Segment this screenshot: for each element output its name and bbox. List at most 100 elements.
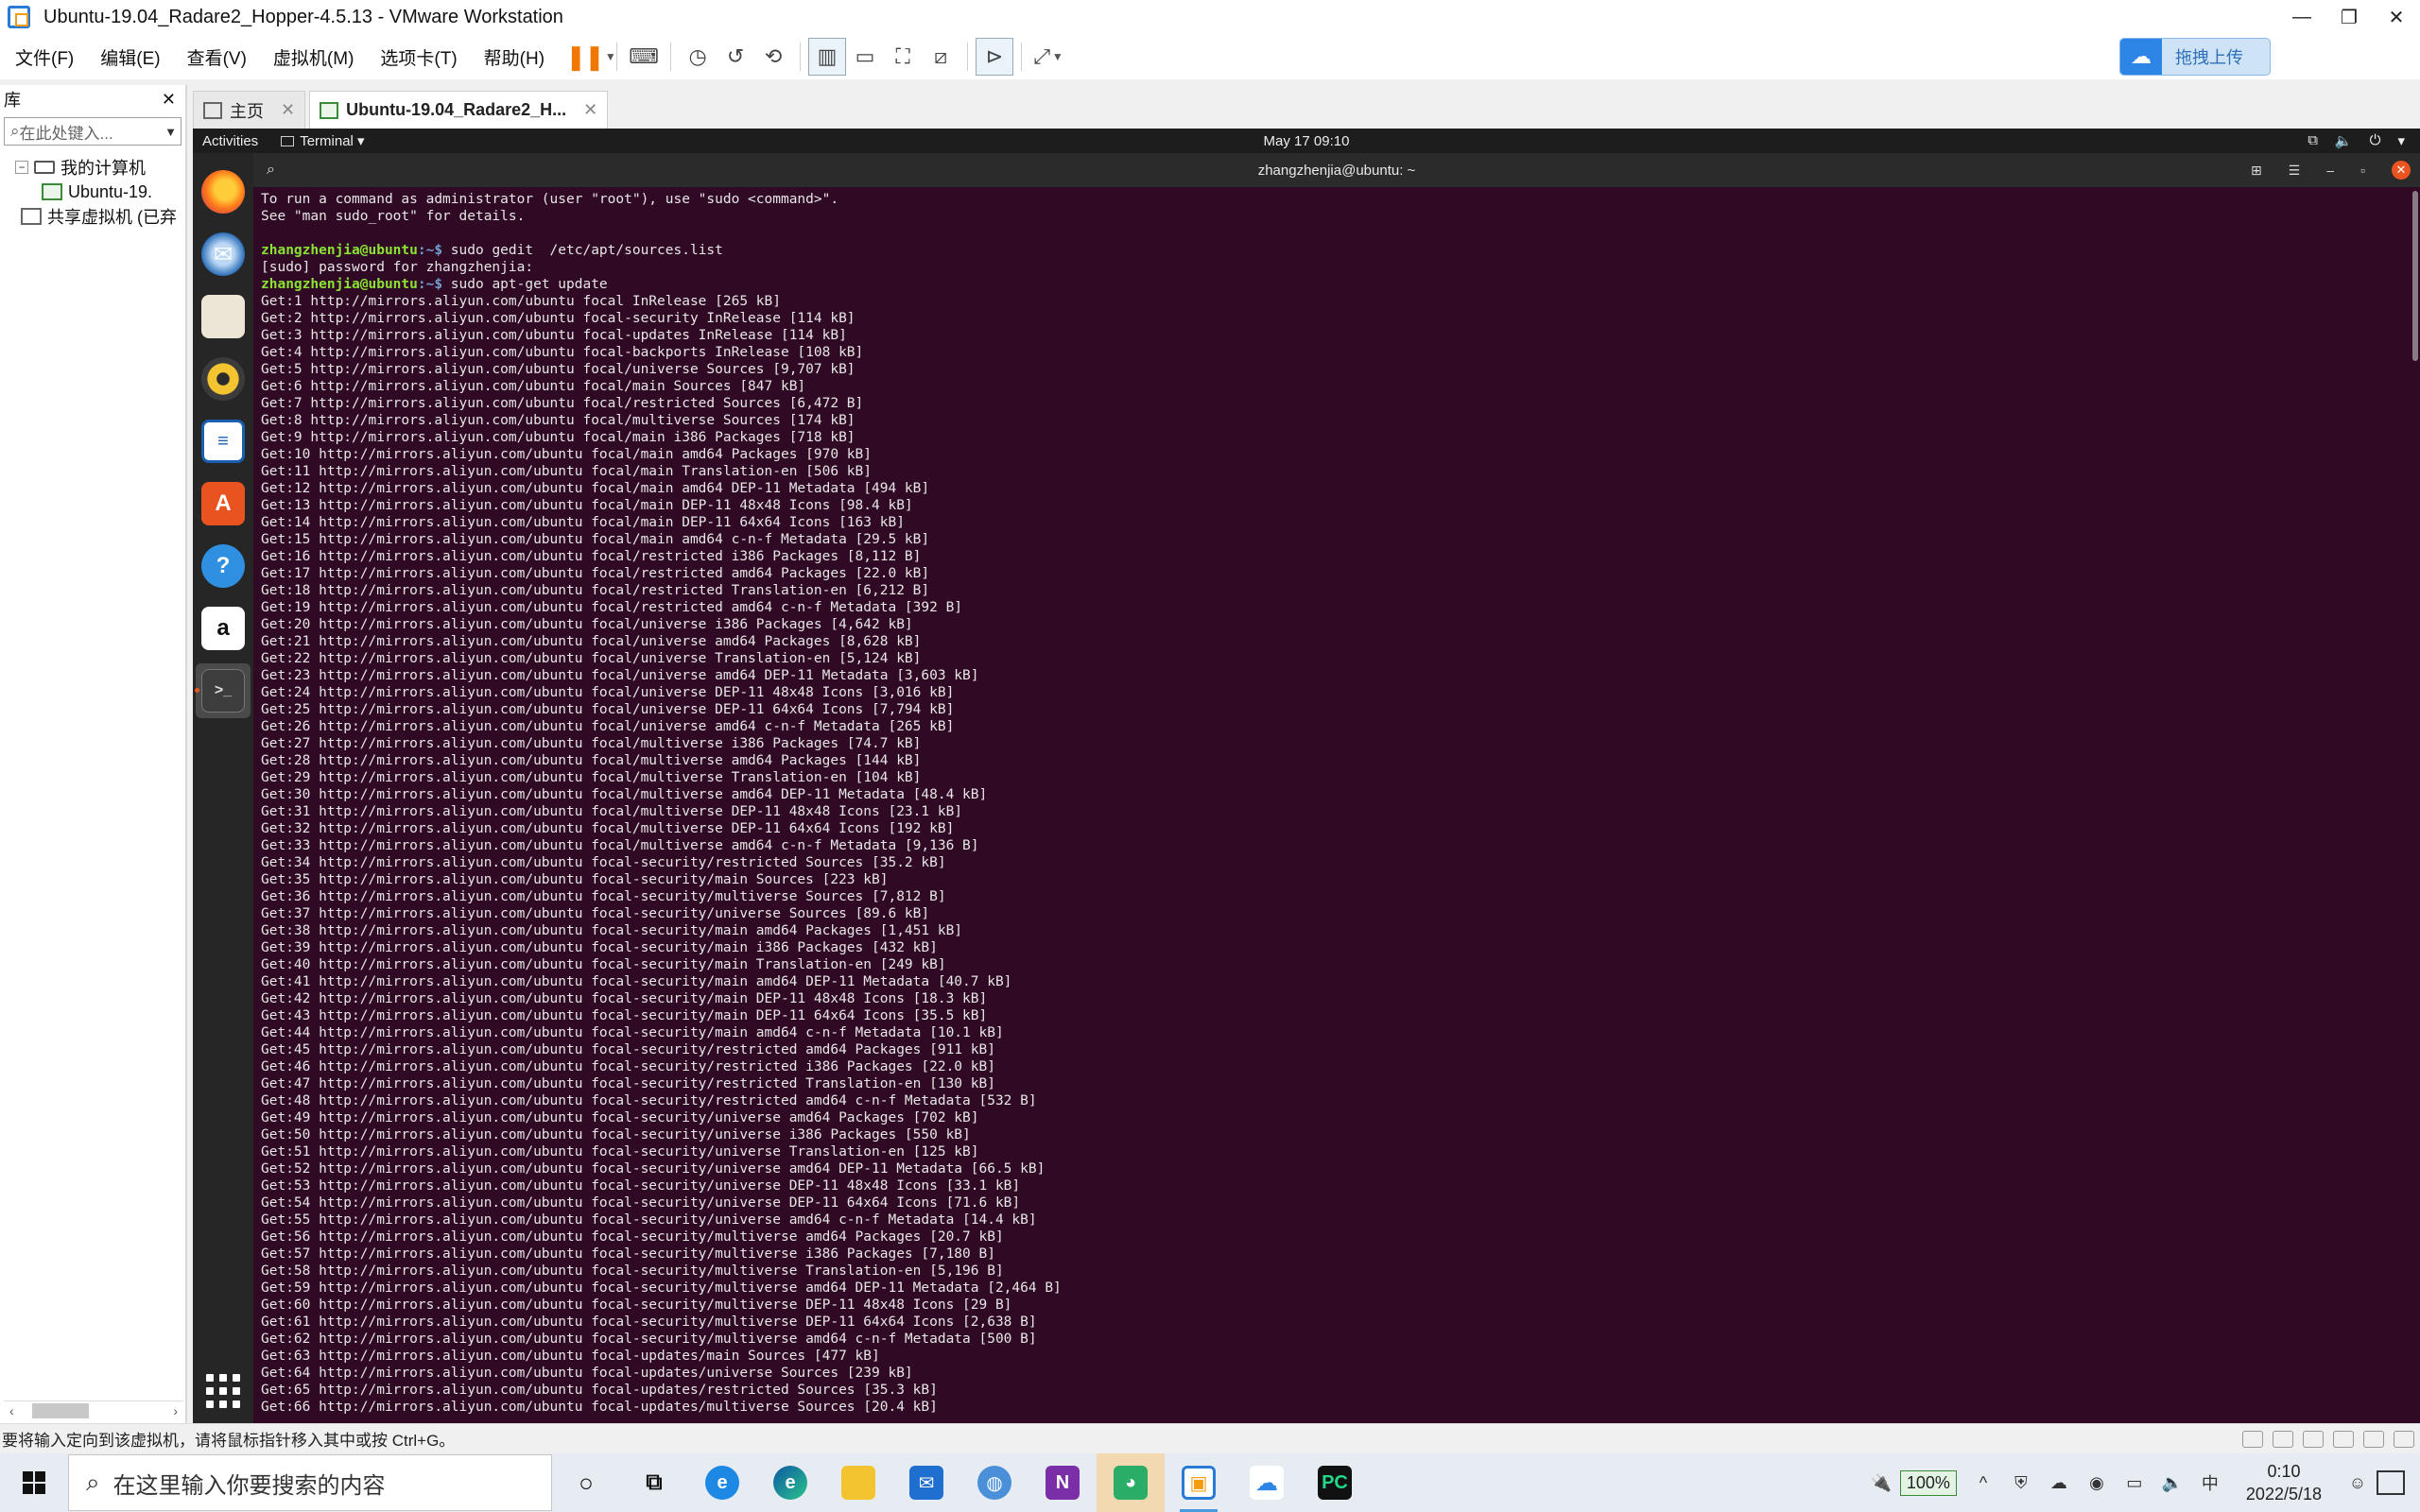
- search-icon[interactable]: ⌕: [267, 162, 275, 179]
- ubuntu-system-tray[interactable]: ⧉ 🔈 ⏻ ▾: [2308, 132, 2405, 149]
- show-applications-icon[interactable]: [193, 1366, 253, 1416]
- send-ctrl-alt-del-button[interactable]: ⌨: [625, 38, 663, 76]
- tree-item-shared-vms[interactable]: 共享虚拟机 (已弃: [0, 204, 185, 229]
- drag-upload-button[interactable]: ☁ 拖拽上传: [2119, 38, 2271, 76]
- taskbar-app-vmware[interactable]: ▣: [1165, 1453, 1233, 1512]
- thumbnail-bar-button[interactable]: ▭: [846, 38, 884, 76]
- taskbar-search-box[interactable]: ⌕ 在这里输入你要搜索的内容: [68, 1454, 552, 1511]
- terminal-line: Get:25 http://mirrors.aliyun.com/ubuntu …: [261, 702, 955, 717]
- volume-icon[interactable]: 🔈: [2161, 1471, 2184, 1494]
- libreoffice-writer-icon[interactable]: ≡: [201, 420, 245, 463]
- start-button[interactable]: [0, 1453, 68, 1512]
- taskbar-app-mail[interactable]: ✉: [892, 1453, 960, 1512]
- tab-close-button[interactable]: ✕: [583, 100, 597, 120]
- taskbar-app-explorer[interactable]: [824, 1453, 892, 1512]
- menu-tabs[interactable]: 选项卡(T): [365, 44, 468, 70]
- menu-vm[interactable]: 虚拟机(M): [258, 44, 365, 70]
- notification-center-icon[interactable]: [2377, 1470, 2405, 1495]
- snapshot-manager-button[interactable]: ⟲: [754, 38, 792, 76]
- globe-icon: ◍: [977, 1466, 1011, 1500]
- ubuntu-software-icon[interactable]: A: [201, 482, 245, 525]
- message-log-icon[interactable]: [2394, 1430, 2414, 1448]
- ime-indicator[interactable]: 中: [2199, 1471, 2221, 1494]
- terminal-output[interactable]: To run a command as administrator (user …: [253, 187, 2405, 1423]
- onedrive-icon[interactable]: ☁: [2048, 1471, 2070, 1494]
- stretch-guest-button[interactable]: ⤢ ▼: [1029, 38, 1067, 76]
- full-screen-button[interactable]: ⛶: [884, 38, 922, 76]
- tab-home[interactable]: 主页 ✕: [193, 91, 306, 129]
- tree-item-ubuntu-vm[interactable]: Ubuntu-19.: [0, 180, 185, 204]
- ubuntu-clock[interactable]: May 17 09:10: [1264, 133, 1350, 149]
- restore-button[interactable]: ❐: [2325, 0, 2373, 34]
- rhythmbox-icon[interactable]: [201, 357, 245, 401]
- tab-label: 主页: [230, 101, 264, 121]
- maximize-icon[interactable]: ▫: [2360, 163, 2365, 178]
- pause-vm-button[interactable]: ❚❚ ▼: [565, 38, 615, 76]
- sound-card-icon[interactable]: [2363, 1430, 2384, 1448]
- close-icon[interactable]: ✕: [2392, 161, 2411, 180]
- library-close-button[interactable]: ✕: [162, 90, 176, 110]
- taskbar-app-pycharm[interactable]: PC: [1301, 1453, 1369, 1512]
- minimize-button[interactable]: —: [2278, 0, 2325, 34]
- battery-icon[interactable]: ▭: [2123, 1471, 2146, 1494]
- scrollbar-thumb[interactable]: [2412, 191, 2418, 361]
- cd-dvd-icon[interactable]: [2273, 1430, 2293, 1448]
- hamburger-menu-icon[interactable]: ☰: [2289, 163, 2301, 179]
- menu-help[interactable]: 帮助(H): [469, 44, 556, 70]
- app-tray-icon[interactable]: ◉: [2085, 1471, 2108, 1494]
- tree-item-my-computer[interactable]: − 我的计算机: [0, 155, 185, 180]
- help-icon[interactable]: ?: [201, 544, 245, 588]
- taskbar-clock[interactable]: 0:10 2022/5/18: [2246, 1460, 2322, 1505]
- chevron-down-icon[interactable]: ▼: [164, 125, 177, 139]
- menu-edit[interactable]: 编辑(E): [85, 44, 171, 70]
- cortana-button[interactable]: ○: [552, 1453, 620, 1512]
- power-plug-icon[interactable]: 🔌: [1870, 1471, 1893, 1494]
- toolbar-separator: [616, 43, 618, 71]
- show-library-button[interactable]: ▥: [808, 38, 847, 76]
- library-horizontal-scrollbar[interactable]: ‹ ›: [4, 1400, 183, 1419]
- security-shield-icon[interactable]: ⛨: [2010, 1471, 2032, 1494]
- battery-percentage[interactable]: 100%: [1899, 1469, 1957, 1496]
- taskbar-app-ie[interactable]: e: [688, 1453, 756, 1512]
- menu-view[interactable]: 查看(V): [172, 44, 258, 70]
- tab-close-button[interactable]: ✕: [281, 100, 295, 120]
- scroll-right-icon[interactable]: ›: [173, 1403, 178, 1418]
- app-menu[interactable]: Terminal ▾: [281, 132, 365, 149]
- files-icon[interactable]: [201, 295, 245, 338]
- tab-ubuntu-vm[interactable]: Ubuntu-19.04_Radare2_H... ✕: [309, 91, 609, 129]
- snapshot-button[interactable]: ◷: [679, 38, 717, 76]
- menu-file[interactable]: 文件(F): [0, 44, 85, 70]
- chevron-up-icon[interactable]: ^: [1972, 1471, 1995, 1494]
- activities-button[interactable]: Activities: [202, 133, 258, 149]
- scroll-left-icon[interactable]: ‹: [9, 1403, 14, 1418]
- usb-icon[interactable]: [2333, 1430, 2354, 1448]
- console-view-button[interactable]: ⊳: [976, 38, 1014, 76]
- task-view-button[interactable]: ⧉: [620, 1453, 688, 1512]
- collapse-icon[interactable]: −: [15, 161, 28, 174]
- thunderbird-icon[interactable]: ✉: [201, 232, 245, 276]
- revert-snapshot-button[interactable]: ↺: [717, 38, 754, 76]
- amazon-icon[interactable]: a: [201, 607, 245, 650]
- taskbar-app-baidu-netdisk[interactable]: ☁: [1233, 1453, 1301, 1512]
- hard-disk-icon[interactable]: [2242, 1430, 2263, 1448]
- taskbar-app-wechat[interactable]: ◕: [1097, 1453, 1165, 1512]
- library-search-input[interactable]: ⌕ 在此处键入... ▼: [4, 117, 182, 146]
- chevron-down-icon: ▾: [2397, 133, 2405, 149]
- library-layout-icon: ▥: [817, 44, 838, 68]
- scrollbar-thumb[interactable]: [32, 1402, 89, 1418]
- vm-console[interactable]: Activities Terminal ▾ May 17 09:10 ⧉ 🔈 ⏻…: [193, 129, 2420, 1423]
- firefox-icon[interactable]: [201, 170, 245, 214]
- close-button[interactable]: ✕: [2373, 0, 2420, 34]
- terminal-scrollbar[interactable]: [2409, 187, 2420, 1423]
- unity-button[interactable]: ⧄: [922, 38, 959, 76]
- emoji-icon[interactable]: ☺: [2346, 1471, 2369, 1494]
- taskbar-app-globe[interactable]: ◍: [960, 1453, 1028, 1512]
- library-panel: 库 ✕ ⌕ 在此处键入... ▼ − 我的计算机 Ubuntu-19. 共享虚拟…: [0, 85, 187, 1423]
- new-tab-icon[interactable]: ⊞: [2251, 163, 2262, 179]
- library-header: 库 ✕: [0, 85, 185, 113]
- terminal-icon[interactable]: >_: [201, 669, 245, 713]
- taskbar-app-onenote[interactable]: N: [1028, 1453, 1097, 1512]
- taskbar-app-edge[interactable]: e: [756, 1453, 824, 1512]
- network-adapter-icon[interactable]: [2303, 1430, 2324, 1448]
- minimize-icon[interactable]: –: [2326, 163, 2334, 178]
